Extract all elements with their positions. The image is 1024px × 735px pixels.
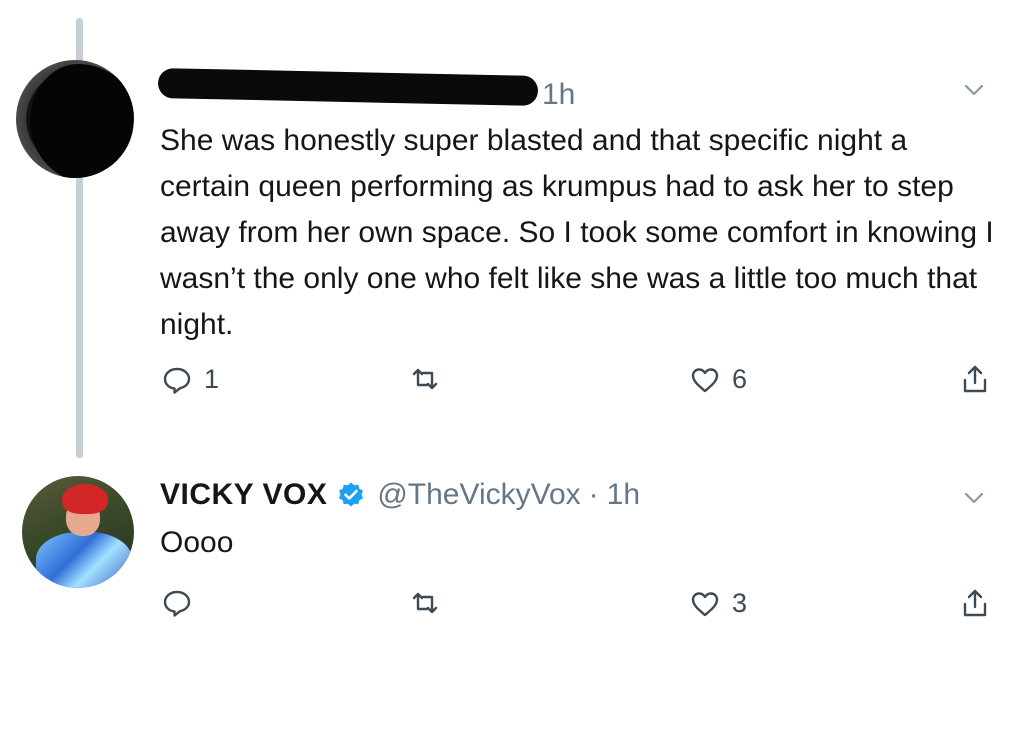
reply-count: 1 <box>204 364 220 394</box>
reply-icon <box>163 367 191 394</box>
chevron-down-icon[interactable] <box>964 80 984 100</box>
like-button[interactable]: 3 <box>690 588 747 619</box>
redacted-username <box>157 68 539 106</box>
tweet-timestamp[interactable]: 1h <box>542 78 575 112</box>
reply-button[interactable]: 1 <box>162 364 219 395</box>
retweet-icon <box>412 592 438 614</box>
retweet-icon <box>412 368 438 390</box>
avatar-redaction <box>30 64 134 178</box>
tweet-text: Oooo <box>160 526 234 559</box>
retweet-button[interactable] <box>410 364 440 394</box>
tweet-header: VICKY VOX @TheVickyVox · 1h <box>160 478 640 512</box>
tweet-text: She was honestly super blasted and that … <box>160 124 994 341</box>
tweet-actions: 3 <box>0 588 1024 632</box>
user-handle[interactable]: @TheVickyVox <box>377 478 580 512</box>
like-count: 3 <box>732 588 748 618</box>
share-button[interactable] <box>960 588 990 618</box>
like-button[interactable]: 6 <box>690 364 747 395</box>
like-icon <box>691 591 719 616</box>
avatar[interactable] <box>16 60 134 178</box>
reply-button[interactable] <box>162 588 192 618</box>
tweet-2[interactable]: VICKY VOX @TheVickyVox · 1h Oooo 3 <box>0 460 1024 735</box>
share-icon <box>963 365 987 393</box>
avatar[interactable] <box>22 476 134 588</box>
separator-dot: · <box>588 478 599 511</box>
share-icon <box>963 589 987 617</box>
share-button[interactable] <box>960 364 990 394</box>
reply-icon <box>163 590 191 617</box>
avatar-hair <box>62 484 108 514</box>
verified-icon <box>339 482 364 507</box>
chevron-down-icon[interactable] <box>964 488 984 508</box>
like-icon <box>691 367 719 392</box>
tweet-timestamp[interactable]: 1h <box>607 478 640 512</box>
display-name[interactable]: VICKY VOX <box>160 478 327 512</box>
like-count: 6 <box>732 364 748 394</box>
avatar-outfit <box>36 532 132 588</box>
retweet-button[interactable] <box>410 588 440 618</box>
tweet-actions: 1 6 <box>0 364 1024 408</box>
tweet-1[interactable]: 1h She was honestly super blasted and th… <box>0 0 1024 460</box>
